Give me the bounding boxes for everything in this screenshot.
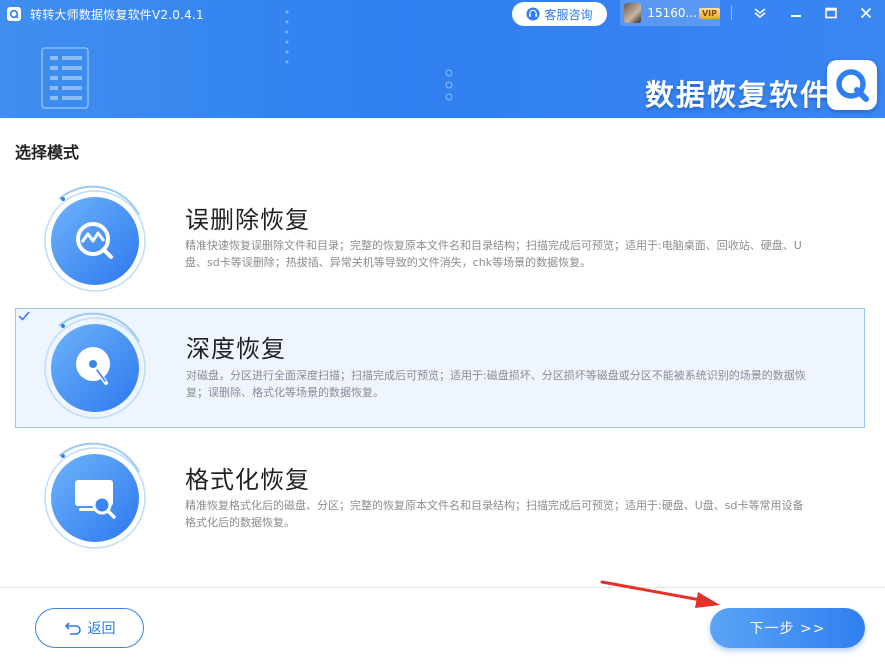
vip-badge: VIP xyxy=(698,7,720,19)
menu-button[interactable] xyxy=(747,2,773,24)
next-step-button[interactable]: 下一步 >> xyxy=(710,608,865,648)
minimize-button[interactable] xyxy=(783,2,809,24)
maximize-icon xyxy=(825,7,837,19)
user-account[interactable]: 15160... VIP xyxy=(620,0,720,26)
maximize-button[interactable] xyxy=(818,2,844,24)
decorative-rings-icon xyxy=(445,69,453,101)
mode-card-deep-recovery[interactable]: 深度恢复 对磁盘，分区进行全面深度扫描；扫描完成后可预览；适用于:磁盘损坏、分区… xyxy=(15,308,865,428)
deleted-recovery-icon xyxy=(44,185,146,292)
window-controls-divider xyxy=(731,6,732,20)
decorative-dots-icon xyxy=(285,10,289,64)
mode-title: 深度恢复 xyxy=(186,335,286,363)
app-logo-icon xyxy=(7,7,21,21)
banner-logo-icon xyxy=(827,60,877,110)
title-bar: 转转大师数据恢复软件V2.0.4.1 xyxy=(7,4,204,24)
red-arrow-annotation xyxy=(600,580,720,608)
deep-recovery-icon xyxy=(44,312,146,419)
customer-service-label: 客服咨询 xyxy=(544,7,593,22)
mode-card-format-recovery[interactable]: 格式化恢复 精准恢复格式化后的磁盘、分区；完整的恢复原本文件名和目录结构；扫描完… xyxy=(15,440,865,560)
back-button-label: 返回 xyxy=(87,621,116,637)
mode-card-deleted-recovery[interactable]: 误删除恢复 精准快速恢复误删除文件和目录；完整的恢复原本文件名和目录结构；扫描完… xyxy=(15,180,865,300)
footer-divider xyxy=(0,587,885,588)
avatar xyxy=(624,3,642,23)
mode-description: 精准恢复格式化后的磁盘、分区；完整的恢复原本文件名和目录结构；扫描完成后可预览；… xyxy=(185,499,804,529)
mode-title: 格式化恢复 xyxy=(185,466,310,494)
chevron-down-icon xyxy=(754,8,766,18)
section-title: 选择模式 xyxy=(15,143,80,162)
close-button[interactable] xyxy=(853,2,879,24)
banner-title: 数据恢复软件 xyxy=(645,78,832,112)
user-name: 15160... xyxy=(647,6,697,20)
minimize-icon xyxy=(791,15,801,17)
header-banner: 转转大师数据恢复软件V2.0.4.1 客服咨询 15160... VIP 数据恢… xyxy=(0,0,885,118)
next-step-label: 下一步 >> xyxy=(749,621,826,637)
mode-description: 精准快速恢复误删除文件和目录；完整的恢复原本文件名和目录结构；扫描完成后可预览；… xyxy=(185,239,802,269)
decorative-panel-icon xyxy=(41,47,89,109)
headset-icon xyxy=(526,7,540,21)
customer-service-button[interactable]: 客服咨询 xyxy=(512,2,607,26)
mode-description: 对磁盘，分区进行全面深度扫描；扫描完成后可预览；适用于:磁盘损坏、分区损坏等磁盘… xyxy=(186,369,806,399)
format-recovery-icon xyxy=(44,442,146,549)
close-icon xyxy=(860,7,872,19)
back-button[interactable]: 返回 xyxy=(35,608,144,648)
app-title: 转转大师数据恢复软件V2.0.4.1 xyxy=(30,7,204,22)
back-arrow-icon xyxy=(64,622,81,635)
mode-title: 误删除恢复 xyxy=(185,206,310,234)
checkmark-icon xyxy=(18,311,30,321)
